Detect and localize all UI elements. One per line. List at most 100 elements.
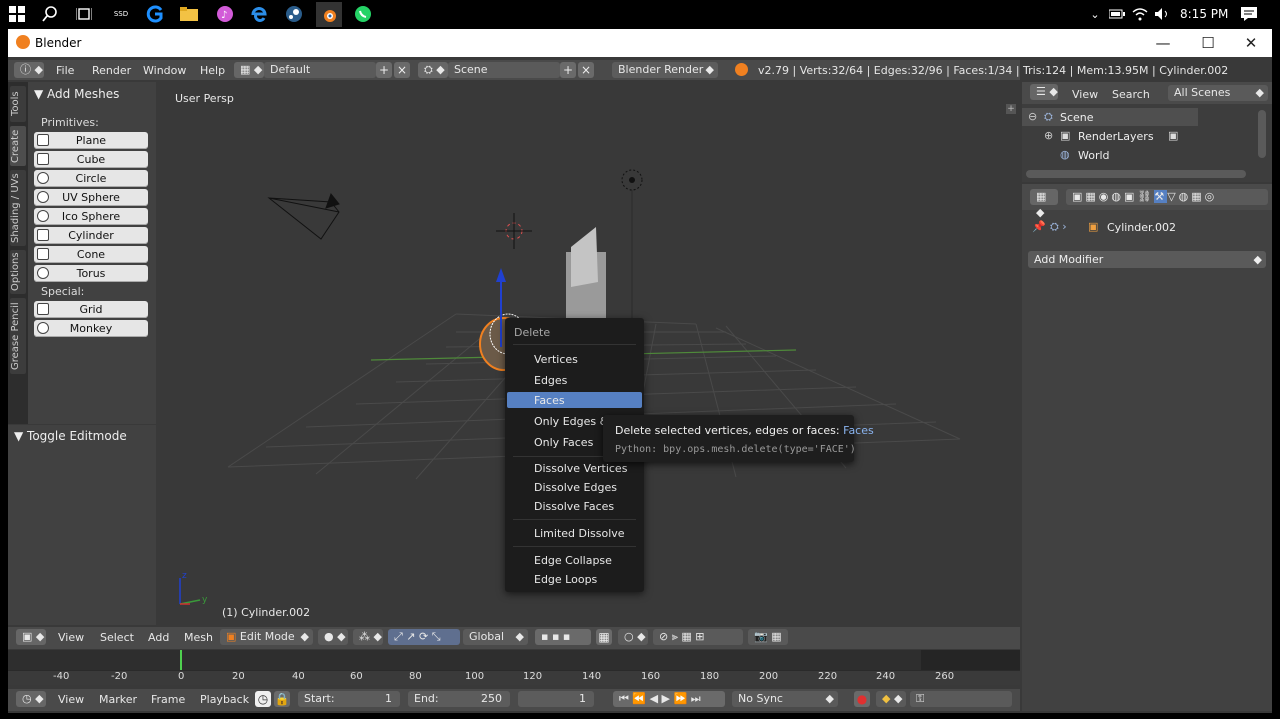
add-scene-button[interactable]: + xyxy=(560,62,576,78)
editor-type-info-icon[interactable]: ⓘ ◆ xyxy=(14,62,44,78)
start-frame-field[interactable]: Start: 1 xyxy=(298,691,400,707)
tab-shading-uvs[interactable]: Shading / UVs xyxy=(10,170,26,246)
tab-create[interactable]: Create xyxy=(10,126,26,166)
menu-help[interactable]: Help xyxy=(200,64,225,77)
tab-options[interactable]: Options xyxy=(10,250,26,294)
add-meshes-header[interactable]: ▼ Add Meshes xyxy=(34,87,119,101)
tab-grease-pencil[interactable]: Grease Pencil xyxy=(10,298,26,374)
timeline-frame-area[interactable] xyxy=(8,650,1020,670)
add-cone-button[interactable]: Cone xyxy=(34,246,148,263)
menu-item-vertices[interactable]: Vertices xyxy=(534,353,578,366)
menu-item-edge-collapse[interactable]: Edge Collapse xyxy=(534,554,612,567)
remove-layout-button[interactable]: × xyxy=(394,62,410,78)
steam-icon[interactable] xyxy=(283,4,305,24)
menu-item-only-faces[interactable]: Only Faces xyxy=(534,436,593,449)
menu-select[interactable]: Select xyxy=(100,631,134,644)
notification-icon[interactable] xyxy=(1238,4,1260,24)
editor-type-outliner-icon[interactable]: ☰ ◆ xyxy=(1030,84,1058,100)
editor-type-3dview-icon[interactable]: ▣ ◆ xyxy=(16,629,46,645)
limit-selection-icon[interactable]: ▦ xyxy=(596,629,612,645)
menu-item-dissolve-edges[interactable]: Dissolve Edges xyxy=(534,481,617,494)
end-frame-field[interactable]: End: 250 xyxy=(408,691,510,707)
pin-icon[interactable]: 📌 xyxy=(1032,220,1046,233)
menu-view[interactable]: View xyxy=(58,631,84,644)
outliner-filter-dropdown[interactable]: All Scenes ◆ xyxy=(1168,85,1268,101)
volume-icon[interactable] xyxy=(1151,4,1173,24)
outliner-h-scrollbar[interactable] xyxy=(1026,170,1246,178)
outliner-row-renderlayers[interactable]: ⊕ ▣ RenderLayers ▣ xyxy=(1022,127,1198,145)
editor-type-timeline-icon[interactable]: ◷ ◆ xyxy=(16,691,46,707)
menu-file[interactable]: File xyxy=(56,64,74,77)
ssd-icon[interactable]: SSD xyxy=(110,4,132,24)
pivot-point-dropdown[interactable]: ⁂ ◆ xyxy=(353,629,383,645)
timeline-ruler[interactable]: -40 -20 0 20 40 60 80 100 120 140 160 18… xyxy=(8,670,1020,685)
system-clock[interactable]: 8:15 PM xyxy=(1180,7,1228,21)
remove-scene-button[interactable]: × xyxy=(578,62,594,78)
scene-selector-icon[interactable]: ⛭ ◆ xyxy=(418,62,448,78)
file-explorer-icon[interactable] xyxy=(178,4,200,24)
outliner-row-scene[interactable]: ⊖ ⛭ Scene xyxy=(1022,108,1198,126)
app-g-icon[interactable] xyxy=(144,4,166,24)
menu-item-limited-dissolve[interactable]: Limited Dissolve xyxy=(534,527,625,540)
snap-tools[interactable]: ⊘ ⫸ ▦ ⊞ xyxy=(653,629,743,645)
toggle-editmode-header[interactable]: ▼ Toggle Editmode xyxy=(14,429,127,443)
collapse-icon[interactable]: ⊖ xyxy=(1028,110,1037,123)
timeline[interactable]: -40 -20 0 20 40 60 80 100 120 140 160 18… xyxy=(8,650,1020,686)
task-view-icon[interactable] xyxy=(73,4,95,24)
menu-timeline-view[interactable]: View xyxy=(58,693,84,706)
edge-browser-icon[interactable] xyxy=(248,4,270,24)
menu-playback[interactable]: Playback xyxy=(200,693,249,706)
minimize-button[interactable]: — xyxy=(1148,33,1178,53)
menu-add[interactable]: Add xyxy=(148,631,169,644)
viewport-expand-icon[interactable]: + xyxy=(1006,104,1016,114)
add-grid-button[interactable]: Grid xyxy=(34,301,148,318)
layout-name-field[interactable]: Default xyxy=(264,62,376,78)
editor-type-properties-icon[interactable]: ▦ ◆ xyxy=(1030,189,1058,219)
menu-render[interactable]: Render xyxy=(92,64,131,77)
add-modifier-dropdown[interactable]: Add Modifier ◆ xyxy=(1028,251,1266,268)
wifi-icon[interactable] xyxy=(1129,4,1151,24)
windows-start-icon[interactable] xyxy=(6,4,28,24)
battery-icon[interactable] xyxy=(1106,4,1128,24)
properties-context-tabs[interactable]: ▣▦◉◍▣⛓⚒▽◍▦◎ xyxy=(1066,189,1268,205)
manipulator-buttons[interactable]: ⤢ ↗ ⟳ ⤡ xyxy=(388,629,460,645)
menu-item-faces[interactable]: Faces xyxy=(534,394,565,407)
scene-name-field[interactable]: Scene xyxy=(448,62,560,78)
render-preview-buttons[interactable]: 📷 ▦ xyxy=(748,629,788,645)
sync-dropdown[interactable]: No Sync ◆ xyxy=(732,691,838,707)
playback-controls[interactable]: ⏮ ⏪ ◀ ▶ ⏩ ⏭ xyxy=(613,691,725,707)
add-layout-button[interactable]: + xyxy=(376,62,392,78)
menu-item-edge-loops[interactable]: Edge Loops xyxy=(534,573,597,586)
layout-selector-icon[interactable]: ▦ ◆ xyxy=(234,62,264,78)
expand-icon[interactable]: ⊕ xyxy=(1044,129,1053,142)
orientation-dropdown[interactable]: Global ◆ xyxy=(463,629,528,645)
add-circle-button[interactable]: Circle xyxy=(34,170,148,187)
viewport-shading-dropdown[interactable]: ● ◆ xyxy=(318,629,348,645)
tab-tools[interactable]: Tools xyxy=(10,86,26,122)
select-mode-buttons[interactable]: ▪ ▪ ▪ xyxy=(535,629,591,645)
add-monkey-button[interactable]: Monkey xyxy=(34,320,148,337)
render-engine-dropdown[interactable]: Blender Render ◆ xyxy=(612,62,718,78)
keying-set-field[interactable]: ⚿ xyxy=(910,691,1012,707)
menu-frame[interactable]: Frame xyxy=(151,693,185,706)
menu-marker[interactable]: Marker xyxy=(99,693,137,706)
blender-taskbar-icon[interactable] xyxy=(316,2,342,27)
add-uv-sphere-button[interactable]: UV Sphere xyxy=(34,189,148,206)
keying-set-dropdown[interactable]: ◆ ◆ xyxy=(876,691,906,707)
current-frame-marker[interactable] xyxy=(180,650,182,670)
outliner-scrollbar[interactable] xyxy=(1258,110,1266,158)
add-ico-sphere-button[interactable]: Ico Sphere xyxy=(34,208,148,225)
add-torus-button[interactable]: Torus xyxy=(34,265,148,282)
menu-window[interactable]: Window xyxy=(143,64,186,77)
current-frame-field[interactable]: 1 xyxy=(518,691,594,707)
itunes-icon[interactable]: ♪ xyxy=(214,4,236,24)
outliner-menu-view[interactable]: View xyxy=(1072,88,1098,101)
whatsapp-icon[interactable] xyxy=(352,4,374,24)
maximize-button[interactable]: ☐ xyxy=(1193,33,1223,53)
lock-icon[interactable]: 🔒 xyxy=(274,691,290,707)
menu-item-edges[interactable]: Edges xyxy=(534,374,567,387)
render-layer-toggle-icon[interactable]: ▣ xyxy=(1168,129,1178,142)
preview-range-icon[interactable]: ◷ xyxy=(255,691,271,707)
close-button[interactable]: ✕ xyxy=(1236,33,1266,53)
outliner-menu-search[interactable]: Search xyxy=(1112,88,1150,101)
